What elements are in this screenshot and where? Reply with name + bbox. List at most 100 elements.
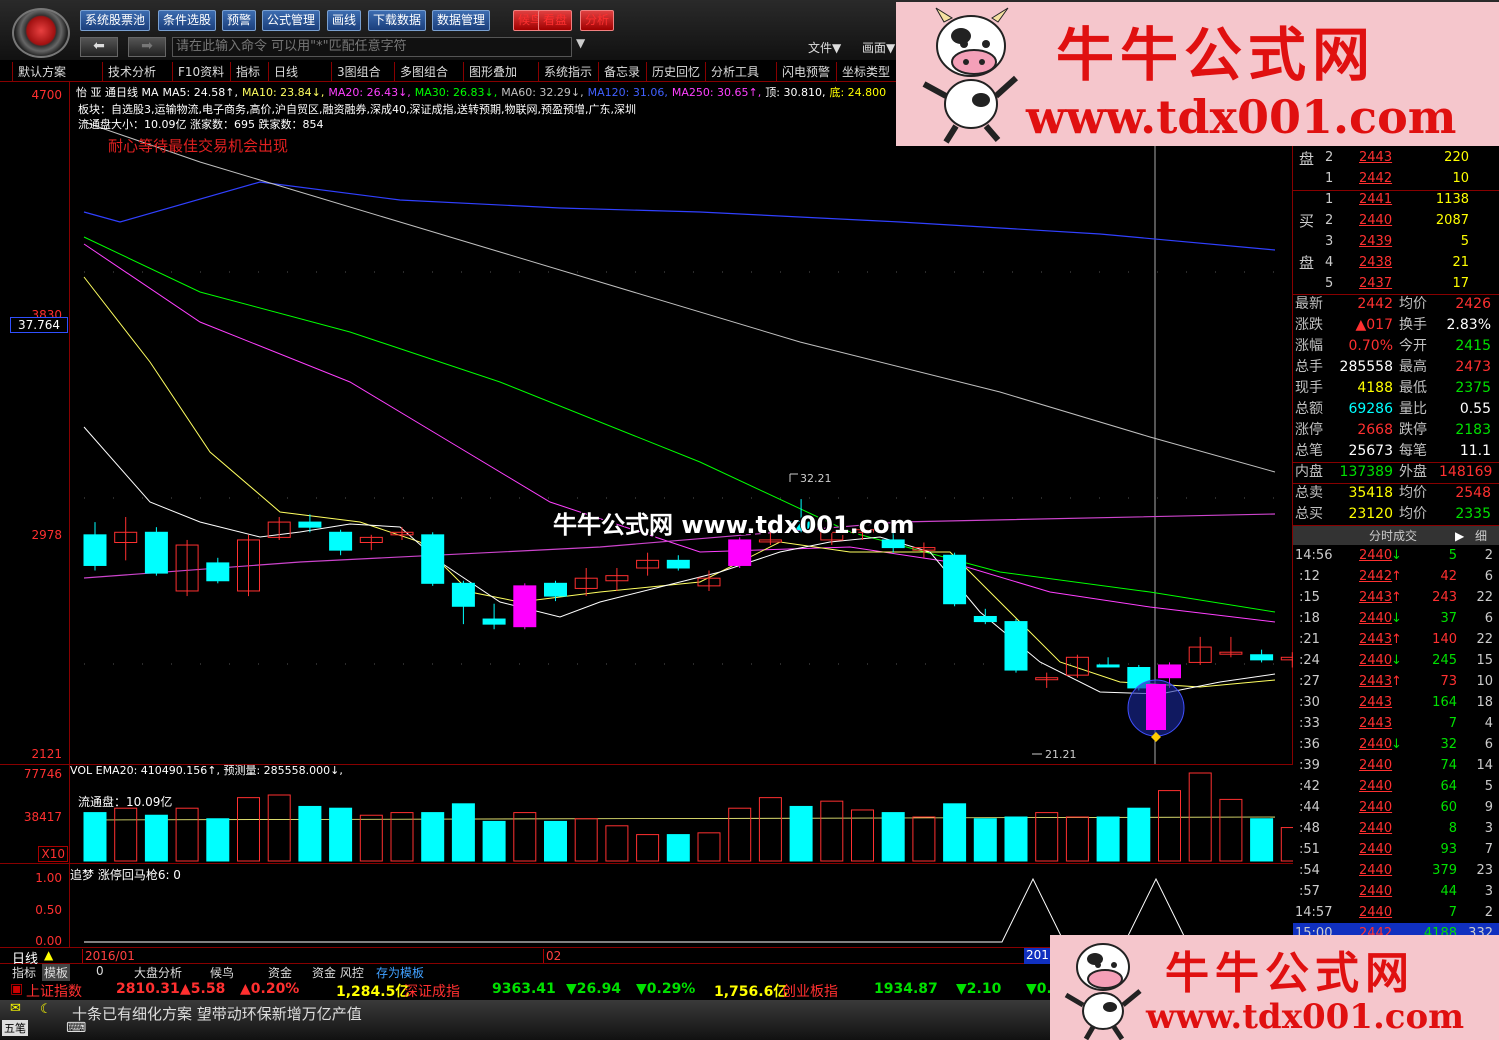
toolbar2-item[interactable]: 图形叠加: [463, 62, 517, 82]
news-ticker[interactable]: 十条已有细化方案 望带动环保新增万亿产值: [72, 1003, 362, 1024]
index-amount[interactable]: 1,284.5亿: [336, 981, 409, 1001]
trade-price: 2440: [1359, 863, 1393, 878]
toolbar2-item[interactable]: 默认方案: [12, 62, 66, 82]
price[interactable]: 2439: [1359, 231, 1392, 252]
trade-time: :51: [1299, 842, 1320, 857]
toolbar2-item[interactable]: 历史回忆: [646, 62, 700, 82]
toolbar2-item[interactable]: 坐标类型: [836, 62, 890, 82]
template-tab[interactable]: 候鸟: [210, 964, 234, 981]
price[interactable]: 2443: [1359, 147, 1392, 168]
file-menu[interactable]: 文件▼: [808, 39, 841, 56]
ma120-line: [83, 181, 1276, 251]
bid-row: 1 2441 1138: [1293, 189, 1499, 210]
index-percent[interactable]: ▼0.29%: [636, 981, 695, 997]
toolbar2-item[interactable]: 技术分析: [102, 62, 156, 82]
toolbar-button[interactable]: 系统股票池: [80, 10, 151, 31]
trades-title[interactable]: 分时成交: [1369, 526, 1417, 546]
toolbar-button[interactable]: 预警: [222, 10, 257, 31]
index-value[interactable]: 2810.31: [116, 981, 180, 997]
toolbar2-item[interactable]: 备忘录: [598, 62, 640, 82]
toolbar-button[interactable]: 看盘: [538, 10, 573, 31]
vol-y-tick: 77746: [23, 767, 62, 781]
toolbar2-item[interactable]: 日线: [268, 62, 298, 82]
candle-body: [666, 559, 690, 569]
template-tab[interactable]: 指标: [12, 964, 36, 981]
level: 2: [1325, 150, 1334, 165]
toolbar-button[interactable]: 下载数据: [368, 10, 427, 31]
volume-bar: [421, 812, 445, 862]
stat-value: 25673: [1348, 443, 1393, 459]
volume-bar: [1004, 816, 1028, 862]
kline-chart[interactable]: [0, 82, 1293, 764]
price[interactable]: 2440: [1359, 210, 1392, 231]
toolbar-button[interactable]: 数据管理: [432, 10, 491, 31]
toolbar-button[interactable]: 分析: [580, 10, 615, 31]
volume-bar: [390, 812, 414, 862]
template-tab[interactable]: 存为模板: [376, 964, 424, 981]
trade-row: :18 2440 ↓ 37 6: [1293, 608, 1499, 629]
stat-label: 总手: [1295, 359, 1323, 375]
play-icon[interactable]: ▶: [1455, 526, 1464, 546]
forward-arrow-icon[interactable]: ➡: [128, 37, 166, 57]
template-tab[interactable]: 模板: [42, 964, 71, 981]
template-tab[interactable]: 0: [96, 964, 104, 978]
indicator-header: 追梦 涨停回马枪6: 0: [70, 868, 181, 882]
stat-row: 总买 23120 均价 2335: [1293, 504, 1499, 525]
index-change[interactable]: ▼2.10: [956, 981, 1001, 997]
index-percent[interactable]: ▲0.20%: [240, 981, 299, 997]
price[interactable]: 2441: [1359, 189, 1392, 210]
price[interactable]: 2438: [1359, 252, 1392, 273]
candle-body: [544, 582, 567, 597]
index-name[interactable]: 深证成指: [404, 981, 460, 1001]
volume-float: 流通盘：10.09亿: [78, 795, 173, 809]
index-value[interactable]: 1934.87: [874, 981, 938, 997]
toolbar2-item[interactable]: 指标: [230, 62, 260, 82]
stat-label: 涨跌: [1295, 317, 1323, 333]
index-name[interactable]: 上证指数: [26, 981, 82, 1001]
back-arrow-icon[interactable]: ⬅: [80, 37, 118, 57]
toolbar2-item[interactable]: F10资料: [172, 62, 224, 82]
index-change[interactable]: ▼26.94: [566, 981, 621, 997]
trade-time: :54: [1299, 863, 1320, 878]
candle-body: [943, 554, 967, 605]
kline-chart-panel[interactable]: [0, 82, 1293, 764]
price[interactable]: 2437: [1359, 273, 1392, 294]
trade-price: 2442: [1359, 569, 1393, 584]
stat-value: 23120: [1348, 506, 1393, 522]
toolbar-button[interactable]: 公式管理: [262, 10, 321, 31]
stat-label: 涨停: [1295, 422, 1323, 438]
command-input[interactable]: 请在此输入命令 可以用"*"匹配任意字符: [172, 37, 572, 57]
triangle-icon: ▲: [44, 948, 54, 962]
stat-value: 2335: [1455, 506, 1491, 522]
toolbar-button[interactable]: 条件选股: [158, 10, 217, 31]
index-change[interactable]: ▲5.58: [180, 981, 225, 997]
input-mode[interactable]: 五笔: [2, 1020, 28, 1036]
toolbar2-item[interactable]: 分析工具: [705, 62, 759, 82]
trades-detail-tab[interactable]: 细: [1475, 526, 1487, 546]
news-bar: 五笔 ✉ ☾ ⌨ 十条已有细化方案 望带动环保新增万亿产值: [0, 1000, 1050, 1040]
toolbar2-item[interactable]: 闪电预警: [776, 62, 830, 82]
view-menu[interactable]: 画面▼: [862, 39, 895, 56]
ma-legend-item: MA250: 30.65↑,: [671, 86, 762, 99]
toolbar2-item[interactable]: 系统指示: [538, 62, 592, 82]
square-icon[interactable]: ▣: [10, 981, 23, 997]
toolbar-button[interactable]: 画线: [327, 10, 362, 31]
template-tab[interactable]: 资金: [268, 964, 292, 981]
template-tab[interactable]: 大盘分析: [134, 964, 182, 981]
stat-value: 11.1: [1459, 443, 1491, 459]
price[interactable]: 2442: [1359, 168, 1392, 189]
volume-chart[interactable]: [0, 765, 1293, 865]
index-value[interactable]: 9363.41: [492, 981, 556, 997]
command-dropdown-icon[interactable]: ▼: [576, 36, 585, 50]
template-tab[interactable]: 资金 风控: [312, 964, 364, 981]
toolbar2-item[interactable]: 3图组合: [331, 62, 381, 82]
stat-label: 外盘: [1399, 464, 1427, 480]
index-amount[interactable]: 1,756.6亿: [714, 981, 787, 1001]
index-percent[interactable]: ▼0.: [1026, 981, 1052, 997]
vol-ema-line: [83, 816, 1276, 821]
volume-panel[interactable]: [0, 764, 1293, 864]
toolbar2-item[interactable]: 多图组合: [394, 62, 448, 82]
mail-icon[interactable]: ✉: [10, 1001, 21, 1016]
index-name[interactable]: 创业板指: [782, 981, 838, 1001]
volume-bar: [175, 807, 199, 862]
